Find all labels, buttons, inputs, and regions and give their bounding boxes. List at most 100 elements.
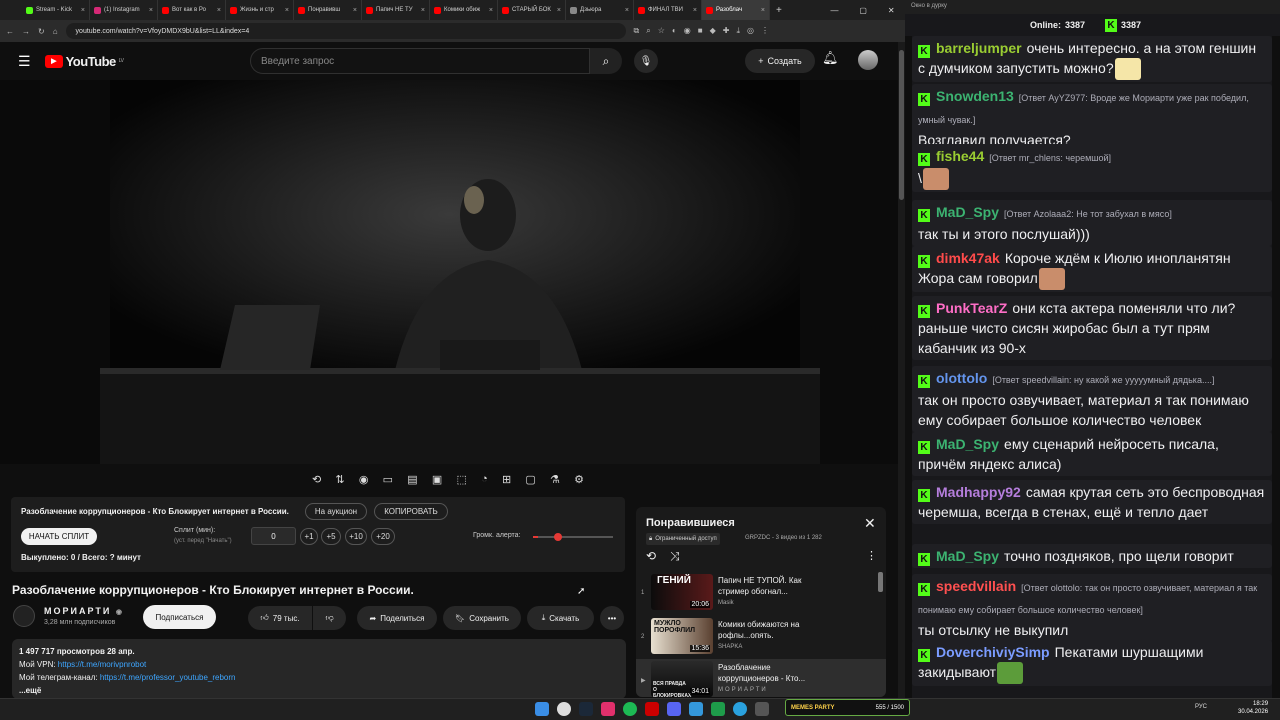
browser-tab[interactable]: ФИНАЛ ТВИ × xyxy=(634,0,702,20)
extensions-puzzle-icon[interactable]: ✚ xyxy=(723,26,730,36)
windows-start-icon[interactable] xyxy=(535,702,549,716)
shuffle-icon[interactable]: ⤨ xyxy=(670,549,680,564)
save-button[interactable]: 🔖︎ Сохранить xyxy=(443,606,521,630)
discord-icon[interactable] xyxy=(667,702,681,716)
chat-username[interactable]: fishe44 xyxy=(936,148,984,164)
split-minutes-input[interactable]: 0 xyxy=(251,527,296,545)
tab-close-icon[interactable]: × xyxy=(149,7,153,14)
app-icon[interactable] xyxy=(755,702,769,716)
profile-icon[interactable]: ◎ xyxy=(747,26,754,36)
increment-10-button[interactable]: +10 xyxy=(345,528,367,545)
playlist-item-current[interactable]: ▶ ВСЯ ПРАВДА О БЛОКИРОВКАХ 34:01 Разобла… xyxy=(636,659,886,697)
sort-icon[interactable]: ⇅ xyxy=(335,473,344,486)
browser-tab[interactable]: (1) Instagram × xyxy=(90,0,158,20)
frame-icon[interactable]: ⬚ xyxy=(456,473,466,486)
loop-playlist-icon[interactable]: ⟲ xyxy=(646,549,656,563)
memes-party-widget[interactable]: MEMES PARTY 555 / 1500 xyxy=(785,699,910,716)
zoom-icon[interactable]: ⌕ xyxy=(646,26,650,36)
increment-5-button[interactable]: +5 xyxy=(321,528,341,545)
playlist-menu-icon[interactable]: ⋮ xyxy=(866,549,877,562)
create-button[interactable]: + Создать xyxy=(745,49,815,73)
maximize-button[interactable]: ▢ xyxy=(859,6,867,15)
install-icon[interactable]: ⧉ xyxy=(634,26,640,36)
notifications-bell-icon[interactable]: 🔔︎ xyxy=(822,50,839,66)
alert-volume-knob[interactable] xyxy=(553,533,562,541)
menu-icon[interactable]: ☰ xyxy=(18,53,31,70)
extension-icon[interactable]: ◐ xyxy=(672,26,677,36)
tab-close-icon[interactable]: × xyxy=(557,7,561,14)
tab-close-icon[interactable]: × xyxy=(285,7,289,14)
on-auction-button[interactable]: На аукцион xyxy=(305,503,367,520)
browser-tab[interactable]: СТАРЫЙ БОК × xyxy=(498,0,566,20)
forward-icon[interactable]: → xyxy=(22,27,30,36)
download-icon[interactable]: ⤓ xyxy=(736,26,740,36)
add-icon[interactable]: ⊞ xyxy=(502,473,511,486)
chat-username[interactable]: MaD_Spy xyxy=(936,548,999,564)
extension-icon[interactable]: ■ xyxy=(698,26,703,36)
browser-tab[interactable]: Папич НЕ ТУ × xyxy=(362,0,430,20)
playlist-item[interactable]: 2 МУЖЛО ПОРОФЛИЛ 15:36 Комики обижаются … xyxy=(636,616,886,658)
youtube-logo[interactable]: ▶ YouTube LV xyxy=(44,54,124,69)
telegram-link[interactable]: https://t.me/professor_youtube_reborn xyxy=(100,673,236,682)
copy-button[interactable]: КОПИРОВАТЬ xyxy=(374,503,448,520)
video-player[interactable] xyxy=(0,80,898,464)
chat-username[interactable]: barreljumper xyxy=(936,40,1022,56)
start-split-button[interactable]: НАЧАТЬ СПЛИТ xyxy=(21,528,97,545)
chat-username[interactable]: Madhappy92 xyxy=(936,484,1021,500)
alert-volume-slider[interactable] xyxy=(533,533,613,541)
clock[interactable]: 18:29 30.04.2026 xyxy=(1238,700,1268,716)
search-button[interactable]: ⌕ xyxy=(590,48,622,74)
browser-tab[interactable]: Вот как в Ро × xyxy=(158,0,226,20)
url-field[interactable]: youtube.com/watch?v=VfoyDMDX9bU&list=LL&… xyxy=(65,23,626,39)
show-more-link[interactable]: ...ещё xyxy=(19,684,619,697)
theater-icon[interactable]: ▭ xyxy=(383,473,393,486)
increment-20-button[interactable]: +20 xyxy=(371,528,395,545)
gear-icon[interactable]: ⚙ xyxy=(574,473,584,486)
browser-tab[interactable]: Stream - Kick × xyxy=(22,0,90,20)
channel-name[interactable]: МОРИАРТИ ◉ xyxy=(44,606,124,616)
browser-tab[interactable]: Разоблач × xyxy=(702,0,770,20)
voice-search-button[interactable]: 🎙 xyxy=(634,49,658,73)
steam-icon[interactable] xyxy=(579,702,593,716)
new-tab-button[interactable]: + xyxy=(770,5,788,16)
chat-username[interactable]: speedvillain xyxy=(936,578,1016,594)
bookmark-star-icon[interactable]: ☆ xyxy=(658,26,665,36)
chat-username[interactable]: MaD_Spy xyxy=(936,204,999,220)
playlist-scroll-thumb[interactable] xyxy=(878,572,883,592)
telegram-icon[interactable] xyxy=(733,702,747,716)
screenshot-icon[interactable]: ▢ xyxy=(525,473,535,486)
tab-close-icon[interactable]: × xyxy=(353,7,357,14)
tab-close-icon[interactable]: × xyxy=(761,7,765,14)
lab-icon[interactable]: ⚗ xyxy=(550,473,560,486)
tab-close-icon[interactable]: × xyxy=(625,7,629,14)
channel-avatar[interactable] xyxy=(13,605,35,627)
minimize-button[interactable]: — xyxy=(830,6,838,15)
tab-close-icon[interactable]: × xyxy=(489,7,493,14)
dislike-button[interactable]: 👎︎ xyxy=(313,606,346,630)
share-button[interactable]: ➦ Поделиться xyxy=(357,606,437,630)
picture-icon[interactable]: ▣ xyxy=(432,473,442,486)
browser-tab[interactable]: Понравивш × xyxy=(294,0,362,20)
tab-close-icon[interactable]: × xyxy=(217,7,221,14)
playlist-item[interactable]: 1 ГЕНИЙ 20:06 Папич НЕ ТУПОЙ. Как стриме… xyxy=(636,572,886,614)
app-icon[interactable] xyxy=(601,702,615,716)
extension-icon[interactable]: ◉ xyxy=(684,26,691,36)
language-indicator[interactable]: РУС xyxy=(1195,704,1207,710)
chat-username[interactable]: MaD_Spy xyxy=(936,436,999,452)
chrome-icon[interactable] xyxy=(557,702,571,716)
film-icon[interactable]: ▤ xyxy=(407,473,417,486)
reload-icon[interactable]: ↻ xyxy=(38,27,45,36)
back-icon[interactable]: ← xyxy=(6,27,14,36)
chat-username[interactable]: PunkTearZ xyxy=(936,300,1007,316)
loop-icon[interactable]: ⟲ xyxy=(312,473,321,486)
chat-username[interactable]: Snowden13 xyxy=(936,88,1014,104)
close-window-button[interactable]: ✕ xyxy=(888,6,895,15)
speed-icon[interactable]: ◔ xyxy=(481,473,488,485)
chat-username[interactable]: dimk47ak xyxy=(936,250,1000,266)
chat-username[interactable]: DoverchiviySimp xyxy=(936,644,1050,660)
search-input[interactable]: Введите запрос xyxy=(250,48,590,74)
tab-close-icon[interactable]: × xyxy=(81,7,85,14)
tab-close-icon[interactable]: × xyxy=(693,7,697,14)
video-description[interactable]: 1 497 717 просмотров 28 апр. Мой VPN: ht… xyxy=(12,639,626,699)
increment-1-button[interactable]: +1 xyxy=(300,528,318,545)
